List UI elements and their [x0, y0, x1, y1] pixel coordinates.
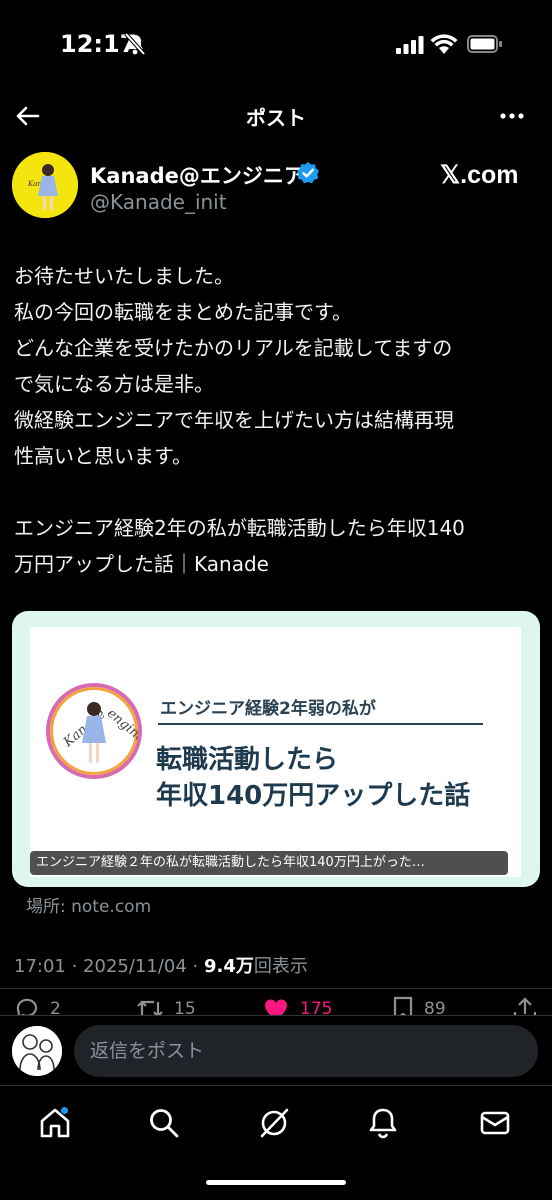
bell-off-icon [124, 32, 146, 56]
notifications-icon [369, 1108, 397, 1139]
user-avatar[interactable] [12, 1026, 62, 1076]
card-caption: エンジニア経験２年の私が転職活動したら年収140万円上がった… [30, 851, 508, 875]
tab-notifications[interactable] [366, 1106, 400, 1140]
post-text: お待たせいたしました。 私の今回の転職をまとめた記事です。 どんな企業を受けたか… [14, 258, 544, 582]
view-label: 回表示 [253, 956, 308, 977]
reply-input[interactable]: 返信をポスト [74, 1025, 538, 1077]
wifi-icon [430, 34, 458, 54]
search-icon [150, 1109, 179, 1138]
card-title-line2: 年収140万円アップした話 [156, 781, 471, 811]
card-logo: Kanade engineer [46, 683, 142, 779]
reply-bar: 返信をポスト [0, 1015, 552, 1085]
card-subtitle: エンジニア経験2年弱の私が [160, 699, 376, 719]
verified-badge-icon [297, 162, 319, 184]
post-timestamp: 17:01 · 2025/11/04 · [14, 956, 204, 977]
tab-grok[interactable] [257, 1106, 291, 1140]
battery-icon [467, 35, 502, 53]
signal-icon [396, 36, 424, 54]
page-title: ポスト [246, 106, 306, 130]
card-source[interactable]: 場所: note.com [26, 892, 151, 917]
card-logo-figure [82, 702, 106, 763]
card-title-line1: 転職活動したら [156, 745, 339, 775]
x-brand-logo: 𝕏.com [440, 161, 519, 189]
notification-dot [60, 1106, 69, 1115]
post-line: 私の今回の転職をまとめた記事です。 [14, 300, 352, 324]
author-name[interactable]: Kanade@エンジニア [90, 160, 305, 190]
author-avatar[interactable]: Kanade [12, 152, 78, 218]
view-count: 9.4万 [203, 956, 254, 977]
link-preview-card[interactable]: Kanade engineer エンジニア経験2年弱の私が 転職活動したら 年収… [12, 611, 540, 887]
post-meta: 17:01 · 2025/11/04 · 9.4万回表示 [14, 952, 308, 978]
author-handle[interactable]: @Kanade_init [90, 190, 227, 214]
tab-search[interactable] [147, 1106, 181, 1140]
post-line: 性高いと思います。 [14, 444, 192, 468]
grok-icon [260, 1108, 289, 1138]
divider [0, 988, 552, 989]
post-line: どんな企業を受けたかのリアルを記載してますの [14, 336, 453, 360]
tab-home[interactable] [38, 1106, 72, 1140]
card-divider [158, 723, 483, 725]
status-bar: 12:17 [0, 0, 552, 90]
post-line: で気になる方は是非。 [14, 372, 214, 396]
post-line: 微経験エンジニアで年収を上げたい方は結構再現 [14, 408, 454, 432]
user-avatar-illustration [12, 1026, 62, 1076]
post-detail-screen: 12:17 ポスト Kanade@エンジニア @Kanade_init 𝕏.co… [0, 0, 552, 1200]
avatar-illustration: Kanade [12, 152, 78, 218]
post-line: エンジニア経験2年の私が転職活動したら年収140 [14, 516, 465, 540]
post-line: 万円アップした話｜Kanade [14, 552, 269, 576]
more-options-icon[interactable] [498, 102, 526, 130]
home-indicator [206, 1180, 346, 1185]
top-nav: ポスト [0, 90, 552, 140]
card-image: Kanade engineer エンジニア経験2年弱の私が 転職活動したら 年収… [30, 627, 521, 877]
tab-messages[interactable] [478, 1106, 512, 1140]
messages-icon [480, 1111, 510, 1135]
post-line: お待たせいたしました。 [14, 264, 234, 288]
